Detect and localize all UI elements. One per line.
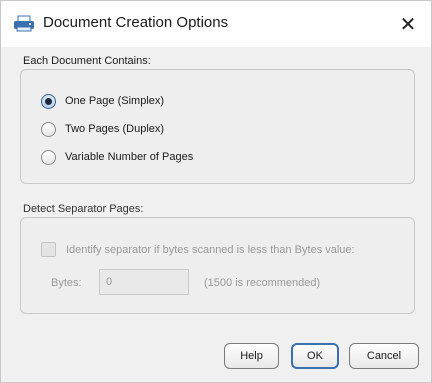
close-button[interactable]: ✕	[385, 1, 431, 47]
document-group-label: Each Document Contains:	[23, 55, 151, 67]
radio-label: Two Pages (Duplex)	[65, 123, 165, 135]
bytes-input[interactable]	[99, 269, 189, 295]
title-bar[interactable]: Document Creation Options ✕	[1, 1, 431, 47]
radio-label: One Page (Simplex)	[65, 95, 165, 107]
radio-one-page[interactable]: One Page (Simplex)	[41, 92, 164, 110]
scanner-icon	[13, 15, 35, 33]
identify-separator-label: Identify separator if bytes scanned is l…	[66, 243, 355, 256]
identify-separator-checkbox[interactable]	[41, 242, 56, 257]
radio-label: Variable Number of Pages	[65, 151, 194, 163]
radio-two-pages[interactable]: Two Pages (Duplex)	[41, 120, 164, 138]
radio-button-selected[interactable]	[41, 93, 56, 109]
radio-button[interactable]	[41, 121, 56, 137]
identify-separator-checkbox-row[interactable]: Identify separator if bytes scanned is l…	[41, 242, 355, 257]
bytes-label: Bytes:	[51, 277, 82, 289]
dialog-title: Document Creation Options	[43, 14, 229, 31]
ok-button[interactable]: OK	[291, 343, 339, 369]
dialog-window: Document Creation Options ✕ Each Documen…	[0, 0, 432, 383]
cancel-button[interactable]: Cancel	[349, 343, 419, 369]
help-button[interactable]: Help	[224, 343, 279, 369]
radio-button[interactable]	[41, 149, 56, 165]
separator-group-box	[20, 217, 415, 314]
separator-group-label: Detect Separator Pages:	[23, 203, 144, 215]
radio-variable-pages[interactable]: Variable Number of Pages	[41, 148, 193, 166]
bytes-hint: (1500 is recommended)	[204, 277, 321, 289]
close-icon: ✕	[399, 13, 417, 36]
